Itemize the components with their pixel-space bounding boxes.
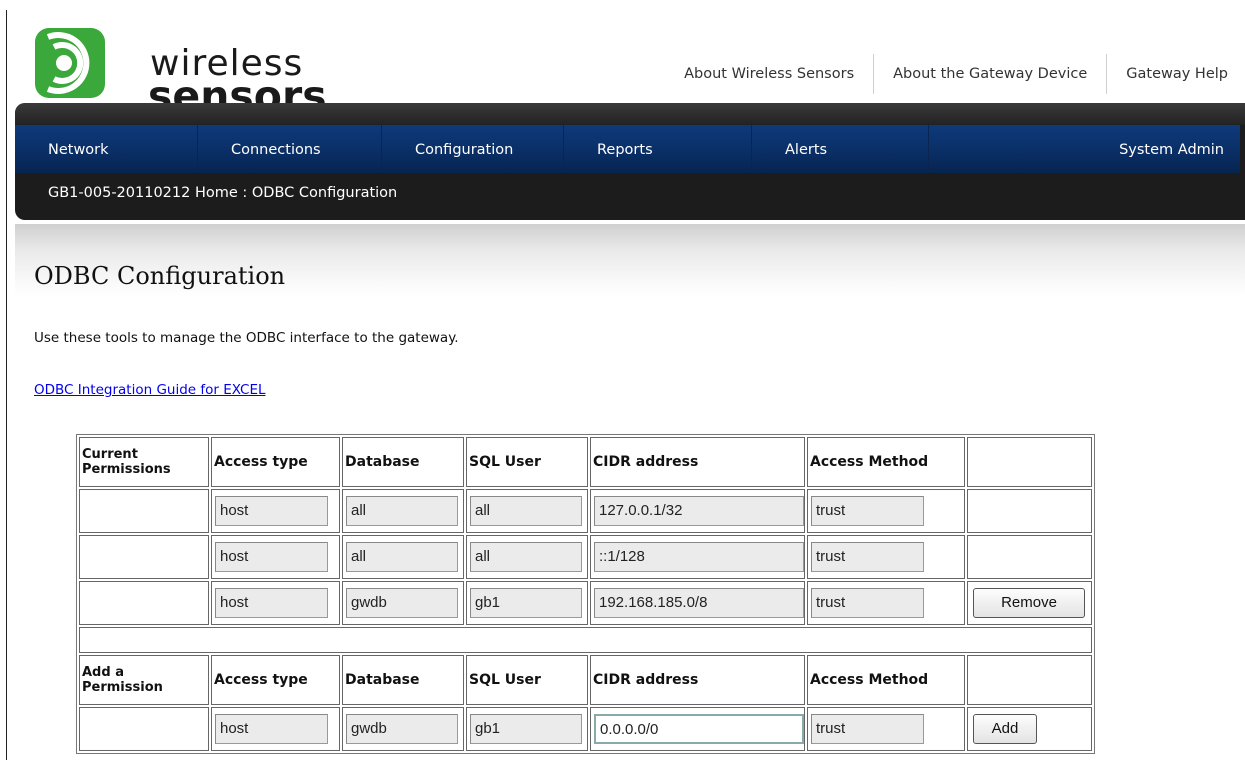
access-method-field: trust: [811, 542, 924, 572]
logo-ring-icon: [35, 28, 105, 98]
sql-user-field: gb1: [470, 588, 582, 618]
col-action: [967, 437, 1092, 487]
main-navigation: Network Connections Configuration Report…: [15, 103, 1245, 220]
database-field: all: [346, 542, 458, 572]
database-field: gwdb: [346, 588, 458, 618]
wireless-sensors-logo[interactable]: wireless sensors: [34, 24, 327, 118]
action-cell: Remove: [967, 581, 1092, 625]
access-method-field: trust: [811, 496, 924, 526]
menu-bar: Network Connections Configuration Report…: [15, 125, 1240, 173]
sql-user-field: all: [470, 496, 582, 526]
cidr-field: 127.0.0.1/32: [594, 496, 804, 526]
row-label-cell: [79, 489, 209, 533]
col-database: Database: [342, 655, 464, 705]
col-action: [967, 655, 1092, 705]
add-access-method-select[interactable]: trust: [811, 714, 924, 744]
menu-configuration[interactable]: Configuration: [382, 125, 564, 173]
menu-connections[interactable]: Connections: [198, 125, 382, 173]
page-title: ODBC Configuration: [34, 262, 286, 290]
about-wireless-sensors-link[interactable]: About Wireless Sensors: [665, 54, 873, 94]
database-field: all: [346, 496, 458, 526]
permissions-table: Current Permissions Access type Database…: [76, 434, 1095, 754]
header-label-line1: Add a: [82, 665, 124, 680]
col-cidr-address: CIDR address: [590, 437, 805, 487]
table-row: host gwdb gb1 192.168.185.0/8 trust Remo…: [79, 581, 1092, 625]
access-type-field: host: [215, 588, 328, 618]
row-label-cell: [79, 535, 209, 579]
cidr-field: ::1/128: [594, 542, 804, 572]
action-cell: [967, 535, 1092, 579]
table-row: host all all ::1/128 trust: [79, 535, 1092, 579]
access-type-field: host: [215, 542, 328, 572]
cidr-field: 192.168.185.0/8: [594, 588, 804, 618]
add-row: host gwdb gb1 0.0.0.0/0 trust Add: [79, 707, 1092, 751]
row-label-cell: [79, 581, 209, 625]
top-links: About Wireless Sensors About the Gateway…: [665, 54, 1233, 94]
odbc-guide-link[interactable]: ODBC Integration Guide for EXCEL: [34, 382, 266, 398]
action-cell: Add: [967, 707, 1092, 751]
add-sql-user-select[interactable]: gb1: [470, 714, 582, 744]
breadcrumb: GB1-005-20110212 Home : ODBC Configurati…: [48, 185, 398, 201]
menu-alerts[interactable]: Alerts: [752, 125, 929, 173]
menu-system-admin[interactable]: System Admin: [929, 125, 1240, 173]
header-label-line2: Permission: [82, 680, 163, 695]
page-description: Use these tools to manage the ODBC inter…: [34, 330, 459, 346]
about-gateway-device-link[interactable]: About the Gateway Device: [873, 54, 1106, 94]
header-label-line2: Permissions: [82, 462, 171, 477]
add-header-row: Add a Permission Access type Database SQ…: [79, 655, 1092, 705]
current-permissions-header: Current Permissions: [79, 437, 209, 487]
gateway-help-link[interactable]: Gateway Help: [1106, 54, 1233, 94]
separator-cell: [79, 627, 1092, 653]
col-access-method: Access Method: [807, 437, 965, 487]
col-access-type: Access type: [211, 655, 340, 705]
add-button[interactable]: Add: [973, 714, 1037, 744]
add-cidr-input[interactable]: 0.0.0.0/0: [594, 714, 804, 744]
add-access-type-select[interactable]: host: [215, 714, 328, 744]
menu-network[interactable]: Network: [15, 125, 198, 173]
col-cidr-address: CIDR address: [590, 655, 805, 705]
action-cell: [967, 489, 1092, 533]
left-border-line: [6, 10, 7, 760]
sql-user-field: all: [470, 542, 582, 572]
col-access-type: Access type: [211, 437, 340, 487]
header-label-line1: Current: [82, 447, 138, 462]
access-method-field: trust: [811, 588, 924, 618]
current-header-row: Current Permissions Access type Database…: [79, 437, 1092, 487]
menu-reports[interactable]: Reports: [564, 125, 752, 173]
nav-top-strip: [15, 103, 1245, 125]
add-permission-header: Add a Permission: [79, 655, 209, 705]
col-sql-user: SQL User: [466, 655, 588, 705]
access-type-field: host: [215, 496, 328, 526]
col-database: Database: [342, 437, 464, 487]
col-access-method: Access Method: [807, 655, 965, 705]
add-database-select[interactable]: gwdb: [346, 714, 458, 744]
separator-row: [79, 627, 1092, 653]
table-row: host all all 127.0.0.1/32 trust: [79, 489, 1092, 533]
col-sql-user: SQL User: [466, 437, 588, 487]
remove-button[interactable]: Remove: [973, 588, 1085, 618]
row-label-cell: [79, 707, 209, 751]
